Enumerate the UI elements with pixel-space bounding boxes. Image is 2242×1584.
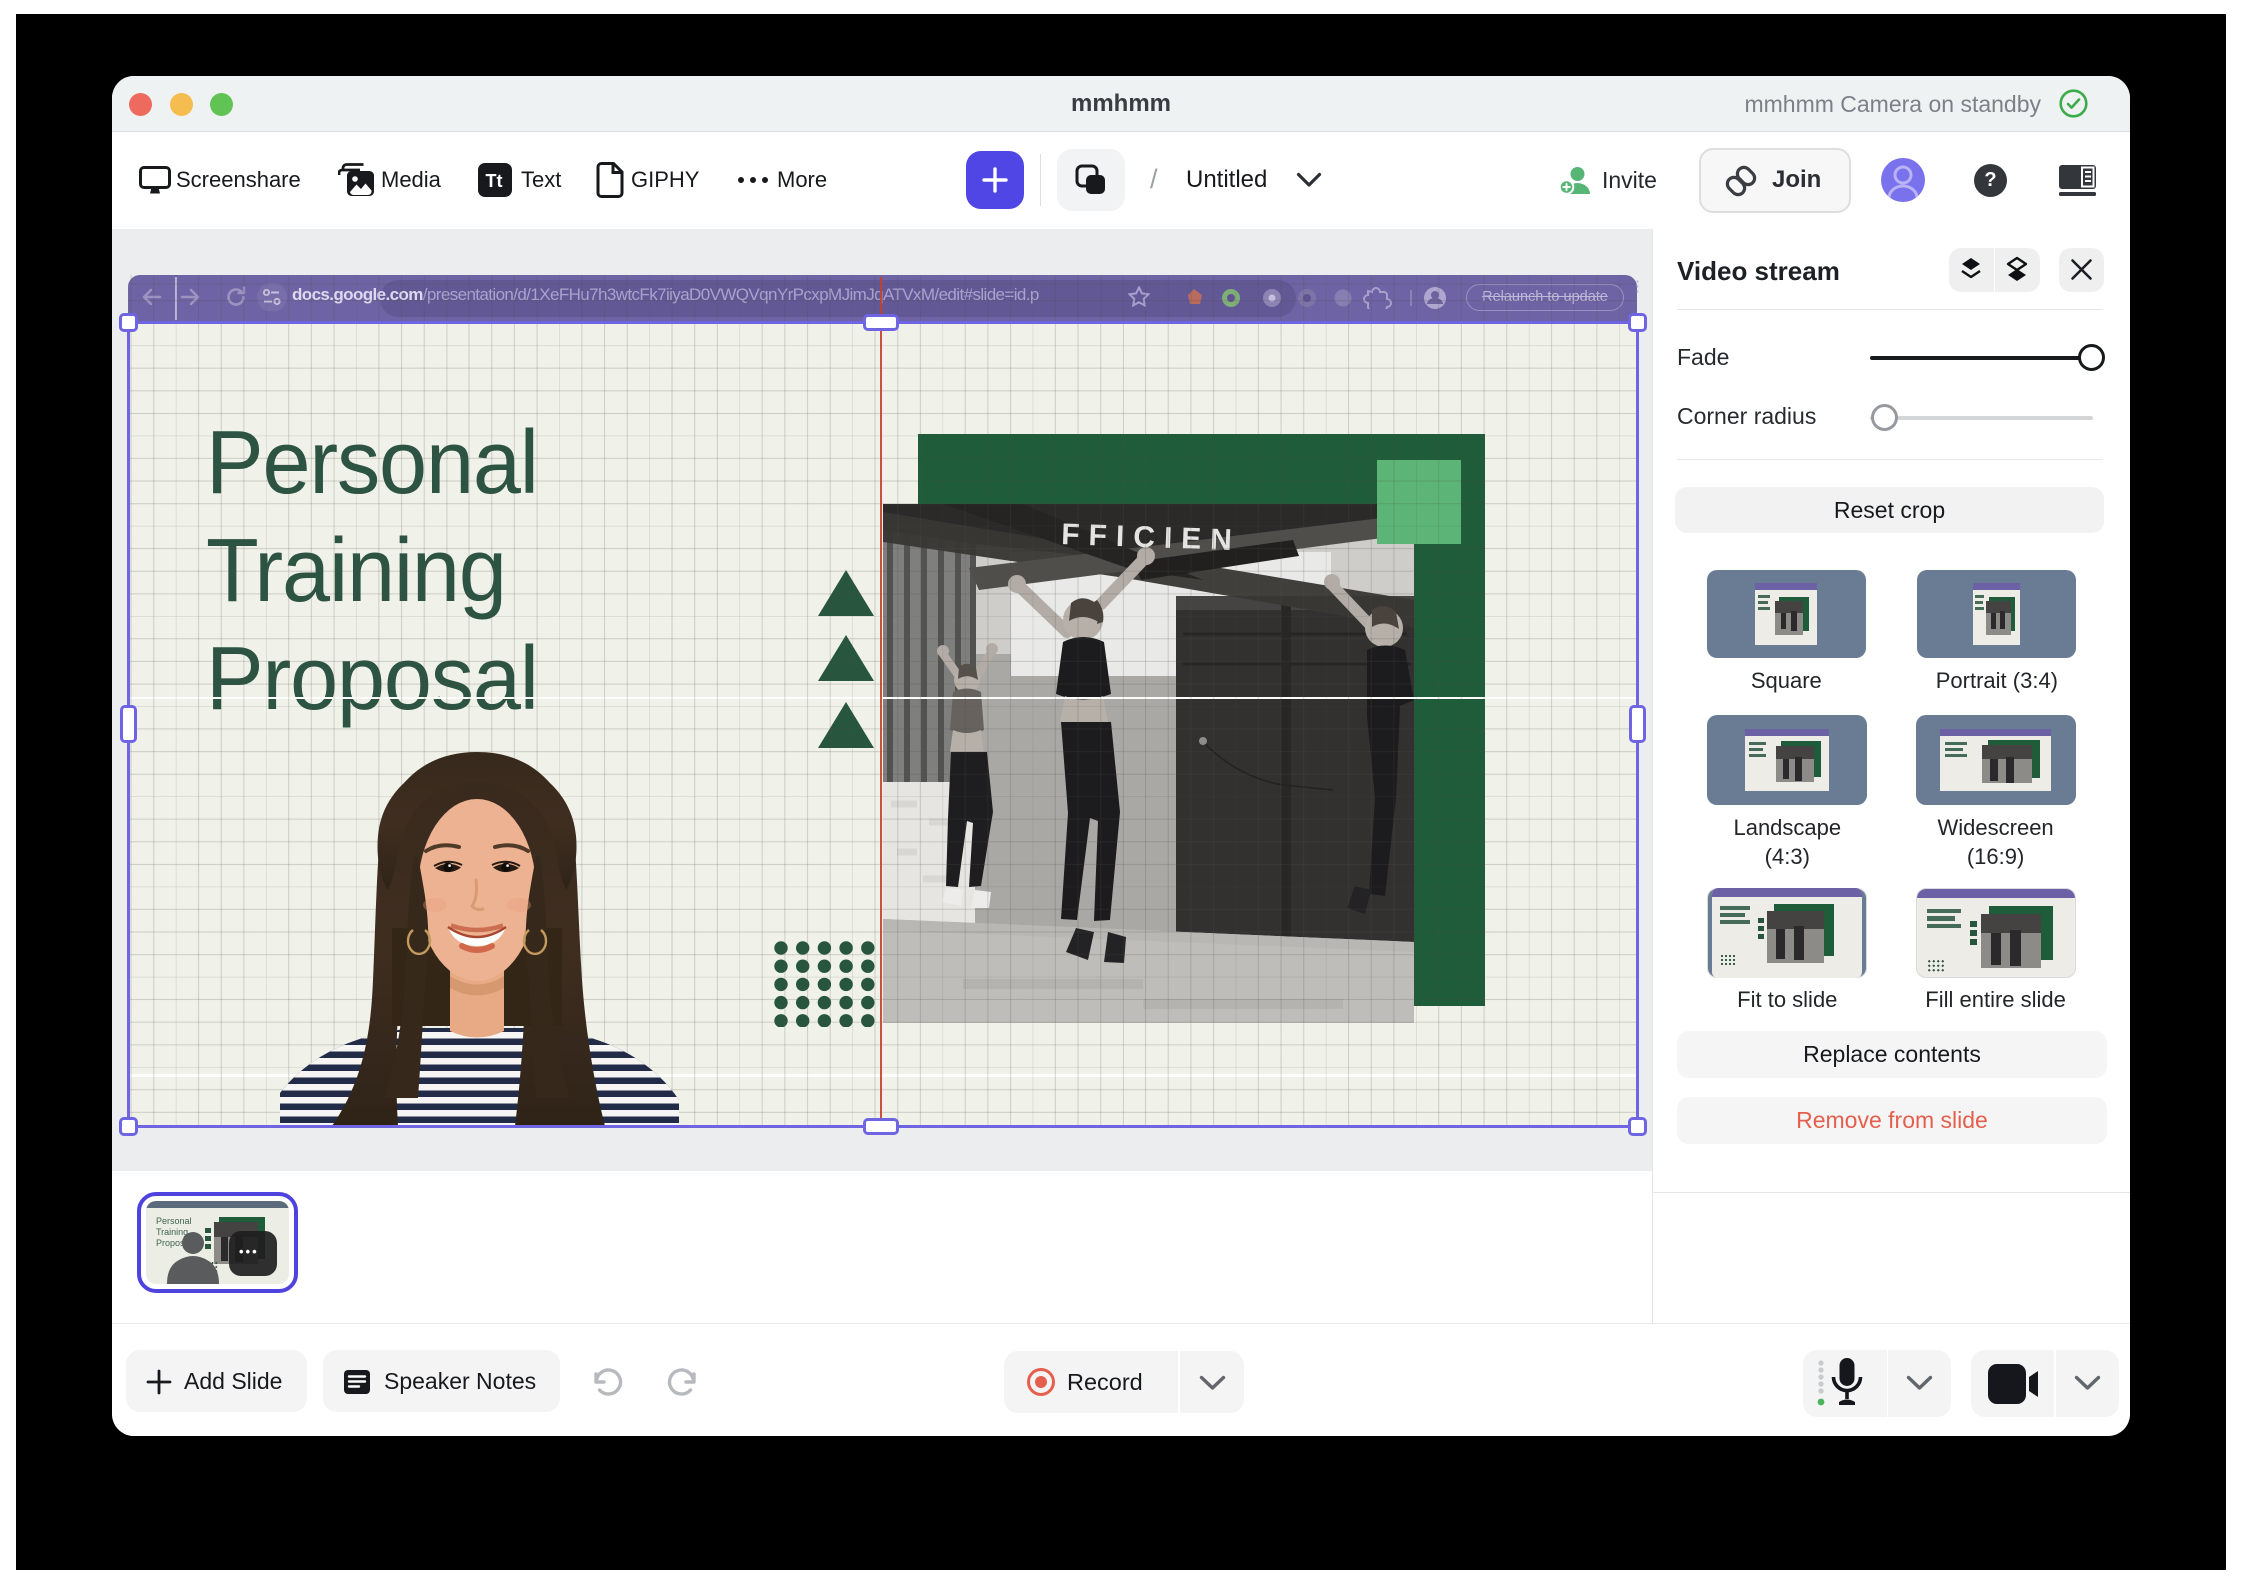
svg-text:Tt: Tt (486, 171, 503, 191)
